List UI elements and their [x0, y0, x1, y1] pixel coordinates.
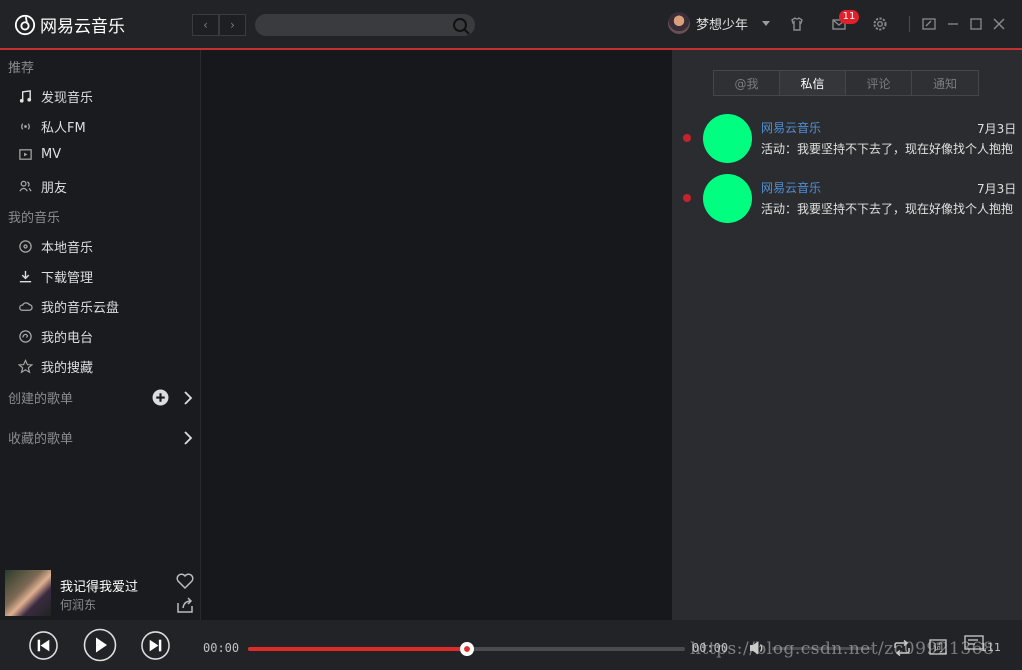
- main-content: [202, 50, 672, 620]
- sidebar-item-personal-fm[interactable]: 私人FM: [18, 117, 86, 136]
- sender-avatar[interactable]: [703, 114, 752, 163]
- progress-bar[interactable]: [248, 642, 685, 656]
- title-bar: 网易云音乐 ‹ › 梦想少年 11: [0, 0, 1022, 50]
- friends-icon: [19, 180, 32, 192]
- video-icon: [19, 149, 32, 160]
- cloud-icon: [19, 302, 33, 311]
- app-title: 网易云音乐: [40, 17, 125, 37]
- add-playlist-icon[interactable]: [152, 389, 169, 406]
- message-tabs: @我 私信 评论 通知: [713, 70, 979, 96]
- previous-track-icon[interactable]: [28, 630, 59, 661]
- messages-panel: @我 私信 评论 通知 网易云音乐 7月3日 活动：我要坚持不下去了，现在好像找…: [672, 50, 1022, 630]
- star-icon: [18, 359, 33, 374]
- now-playing-title: 我记得我爱过: [60, 580, 139, 595]
- now-playing-card[interactable]: 我记得我爱过 何润东: [5, 570, 197, 618]
- tab-notifications[interactable]: 通知: [912, 71, 978, 95]
- chevron-right-icon: ›: [230, 18, 235, 32]
- chevron-down-icon: [762, 20, 771, 26]
- user-menu[interactable]: 梦想少年: [668, 12, 771, 34]
- sidebar-item-my-favorites[interactable]: 我的搜藏: [18, 357, 93, 376]
- current-time: 00:00: [203, 641, 240, 655]
- sidebar-item-label: 私人FM: [41, 121, 86, 136]
- close-icon[interactable]: [990, 15, 1008, 33]
- maximize-icon[interactable]: [967, 15, 985, 33]
- download-icon: [19, 270, 32, 283]
- unread-dot: [683, 134, 691, 142]
- back-button[interactable]: ‹: [192, 14, 219, 36]
- sidebar-item-music-cloud[interactable]: 我的音乐云盘: [18, 297, 119, 316]
- sidebar-item-mv[interactable]: MV: [18, 147, 61, 162]
- user-name: 梦想少年: [696, 17, 749, 33]
- sender-name[interactable]: 网易云音乐: [761, 179, 821, 196]
- next-track-icon[interactable]: [140, 630, 171, 661]
- message-preview: 活动：我要坚持不下去了，现在好像找个人抱抱: [761, 142, 1014, 156]
- tab-mentions[interactable]: @我: [714, 71, 780, 95]
- created-playlists-header[interactable]: 创建的歌单: [8, 388, 193, 407]
- sidebar-item-label: 发现音乐: [41, 91, 94, 106]
- history-nav: ‹ ›: [192, 14, 246, 36]
- sidebar-item-discover-music[interactable]: 发现音乐: [18, 87, 93, 106]
- music-note-icon: [19, 90, 32, 103]
- heart-icon[interactable]: [175, 572, 195, 590]
- sidebar-item-my-radio[interactable]: 我的电台: [18, 327, 93, 346]
- sidebar-item-label: 我的电台: [41, 331, 94, 346]
- disc-icon: [19, 240, 32, 253]
- mini-mode-icon[interactable]: [920, 15, 938, 33]
- sender-avatar[interactable]: [703, 174, 752, 223]
- sidebar-item-local-music[interactable]: 本地音乐: [18, 237, 93, 256]
- message-date: 7月3日: [977, 182, 1017, 196]
- sidebar: 推荐 发现音乐 私人FM MV 朋友 我的音乐 本地音乐 下载管理 我的音乐云盘…: [0, 50, 201, 620]
- chevron-right-icon[interactable]: [183, 430, 193, 446]
- sidebar-item-label: 我的搜藏: [41, 361, 94, 376]
- netease-music-logo-icon: [14, 14, 36, 35]
- collected-playlists-label: 收藏的歌单: [8, 432, 74, 447]
- chevron-left-icon: ‹: [203, 18, 208, 32]
- skin-icon[interactable]: [788, 15, 806, 33]
- message-date: 7月3日: [977, 122, 1017, 136]
- album-cover[interactable]: [5, 570, 51, 616]
- unread-badge: 11: [839, 10, 859, 24]
- titlebar-separator: [909, 16, 910, 32]
- section-title-recommend: 推荐: [8, 61, 35, 76]
- podcast-icon: [19, 330, 32, 343]
- progress-fill: [248, 647, 467, 651]
- tab-comments[interactable]: 评论: [846, 71, 912, 95]
- message-item[interactable]: 网易云音乐 7月3日 活动：我要坚持不下去了，现在好像找个人抱抱: [672, 174, 1022, 226]
- sender-name[interactable]: 网易云音乐: [761, 119, 821, 136]
- sidebar-item-friends[interactable]: 朋友: [18, 177, 67, 196]
- now-playing-artist[interactable]: 何润东: [60, 596, 96, 613]
- sidebar-item-download-manager[interactable]: 下载管理: [18, 267, 93, 286]
- sidebar-item-label: 我的音乐云盘: [41, 301, 120, 316]
- created-playlists-label: 创建的歌单: [8, 392, 74, 407]
- settings-gear-icon[interactable]: [871, 15, 889, 33]
- watermark-text: https://blog.csdn.net/zc09921368: [690, 639, 995, 659]
- user-avatar: [668, 12, 690, 34]
- sidebar-item-label: 本地音乐: [41, 241, 94, 256]
- radio-wave-icon: [21, 123, 30, 130]
- collected-playlists-header[interactable]: 收藏的歌单: [8, 428, 193, 447]
- unread-dot: [683, 194, 691, 202]
- search-input[interactable]: [255, 14, 475, 36]
- sidebar-item-label: 下载管理: [41, 271, 94, 286]
- app-logo[interactable]: 网易云音乐: [14, 12, 125, 37]
- forward-button[interactable]: ›: [219, 14, 246, 36]
- tab-private-messages[interactable]: 私信: [780, 71, 846, 95]
- player-bar: 00:00 00:00 词 111 https://blog.csdn.net/…: [0, 620, 1022, 670]
- share-icon[interactable]: [175, 596, 195, 614]
- message-preview: 活动：我要坚持不下去了，现在好像找个人抱抱: [761, 202, 1014, 216]
- sidebar-item-label: MV: [41, 147, 62, 162]
- play-icon[interactable]: [83, 628, 117, 662]
- search-icon[interactable]: [451, 16, 471, 36]
- message-item[interactable]: 网易云音乐 7月3日 活动：我要坚持不下去了，现在好像找个人抱抱: [672, 114, 1022, 166]
- sidebar-item-label: 朋友: [41, 181, 68, 196]
- section-title-my-music: 我的音乐: [8, 211, 61, 226]
- minimize-icon[interactable]: [944, 15, 962, 33]
- progress-knob[interactable]: [460, 642, 474, 656]
- chevron-right-icon[interactable]: [183, 390, 193, 406]
